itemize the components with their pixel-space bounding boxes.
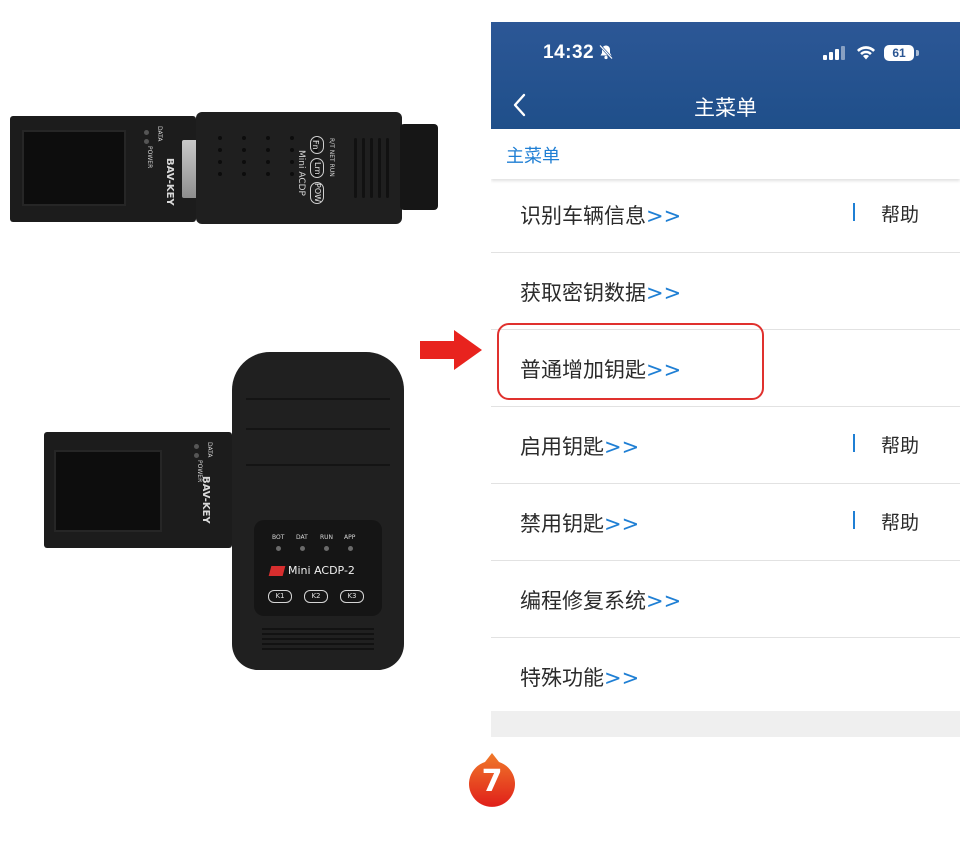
menu-item-get-key-data[interactable]: 获取密钥数据>> (491, 253, 960, 330)
mini-acdp-2-grille (262, 628, 374, 650)
bell-slash-icon (599, 44, 613, 60)
step-number: 7 (481, 764, 503, 799)
acdp-logo-mark (268, 566, 286, 576)
device-photo-bav-key-mini-acdp: DATA POWER BAV-KEY Mini ACDP Fn Lrn POW … (10, 112, 440, 227)
menu-item-label: 启用钥匙 (520, 435, 604, 459)
menu-item-label: 禁用钥匙 (520, 512, 604, 536)
separator (853, 434, 855, 452)
help-link[interactable]: 帮助 (881, 431, 919, 458)
bav-key-led-label-data: DATA (156, 126, 163, 142)
menu-item-special-functions[interactable]: 特殊功能>> (491, 638, 960, 714)
menu-item-arrow: >> (646, 589, 682, 613)
status-time: 14:32 (543, 42, 595, 63)
page-title: 主菜单 (694, 96, 757, 120)
menu-item-arrow: >> (646, 204, 682, 228)
menu-item-disable-key[interactable]: 禁用钥匙>> 帮助 (491, 484, 960, 561)
menu-item-label: 获取密钥数据 (520, 281, 646, 305)
battery-icon: 61 (884, 45, 914, 61)
bav-key-2-led-label-data: DATA (206, 442, 213, 458)
led-label-dat: DAT (296, 534, 308, 541)
mini-acdp-2-button-k2: K2 (304, 590, 328, 603)
bav-key-2-brand-label: BAV-KEY (200, 476, 211, 524)
menu-item-arrow: >> (646, 358, 682, 382)
menu-item-arrow: >> (604, 666, 640, 690)
menu-item-label: 识别车辆信息 (520, 204, 646, 228)
mini-acdp-2-model-label: Mini ACDP-2 (288, 564, 355, 577)
bav-key-led-label-power: POWER (146, 146, 153, 169)
phone-screenshot: 14:32 61 主菜单 主菜单 识别车辆信息>> 帮助 获取密钥数据>> 普通… (491, 22, 960, 737)
arrow-right-icon (420, 330, 482, 370)
footer-area (491, 711, 960, 737)
mini-acdp-2-button-k1: K1 (268, 590, 292, 603)
mini-acdp-device: Mini ACDP Fn Lrn POW R/T NET RUN (196, 112, 402, 224)
separator (853, 203, 855, 221)
mini-acdp-2-panel: BOT DAT RUN APP Mini ACDP-2 K1 K2 K3 (254, 520, 382, 616)
bav-key-slot (22, 130, 126, 206)
led-label-bot: BOT (272, 534, 285, 541)
mini-acdp-button-fn: Fn (310, 136, 324, 154)
menu-item-enable-key[interactable]: 启用钥匙>> 帮助 (491, 407, 960, 484)
bav-key-device: DATA POWER BAV-KEY (10, 116, 196, 222)
signal-icon (823, 46, 845, 60)
menu-item-arrow: >> (646, 281, 682, 305)
menu-item-identify-vehicle[interactable]: 识别车辆信息>> 帮助 (491, 176, 960, 253)
menu-item-label: 特殊功能 (520, 666, 604, 690)
mini-acdp-obd-plug (400, 124, 438, 210)
wifi-icon (857, 46, 875, 60)
breadcrumb-link-main-menu[interactable]: 主菜单 (506, 142, 560, 168)
mini-acdp-2-device: BOT DAT RUN APP Mini ACDP-2 K1 K2 K3 (232, 352, 404, 670)
led-label-app: APP (344, 534, 356, 541)
led-label-run: RUN (320, 534, 334, 541)
mini-acdp-led-labels: R/T NET RUN (328, 138, 335, 177)
menu-item-program-repair-system[interactable]: 编程修复系统>> (491, 561, 960, 638)
bav-key-device-2: DATA POWER BAV-KEY (44, 432, 232, 548)
help-link[interactable]: 帮助 (881, 508, 919, 535)
app-header: 14:32 61 主菜单 (491, 22, 960, 129)
mini-acdp-vents (354, 138, 389, 198)
help-link[interactable]: 帮助 (881, 200, 919, 227)
menu-list: 识别车辆信息>> 帮助 获取密钥数据>> 普通增加钥匙>> 启用钥匙>> 帮助 … (491, 176, 960, 714)
mini-acdp-model-label: Mini ACDP (296, 150, 306, 196)
mini-acdp-2-button-k3: K3 (340, 590, 364, 603)
step-number-badge: 7 (468, 752, 516, 808)
breadcrumb: 主菜单 (491, 129, 960, 179)
bav-key-slot-2 (54, 450, 162, 532)
mini-acdp-button-lrn: Lrn (310, 158, 324, 178)
menu-item-arrow: >> (604, 435, 640, 459)
separator (853, 511, 855, 529)
bav-key-brand-label: BAV-KEY (164, 158, 175, 206)
mini-acdp-button-pow: POW (310, 182, 324, 204)
menu-item-label: 普通增加钥匙 (520, 358, 646, 382)
menu-item-add-key[interactable]: 普通增加钥匙>> (491, 323, 960, 407)
menu-item-arrow: >> (604, 512, 640, 536)
menu-item-label: 编程修复系统 (520, 589, 646, 613)
device-photo-bav-key-mini-acdp-2: DATA POWER BAV-KEY BOT DAT RUN APP Mini … (44, 352, 414, 672)
